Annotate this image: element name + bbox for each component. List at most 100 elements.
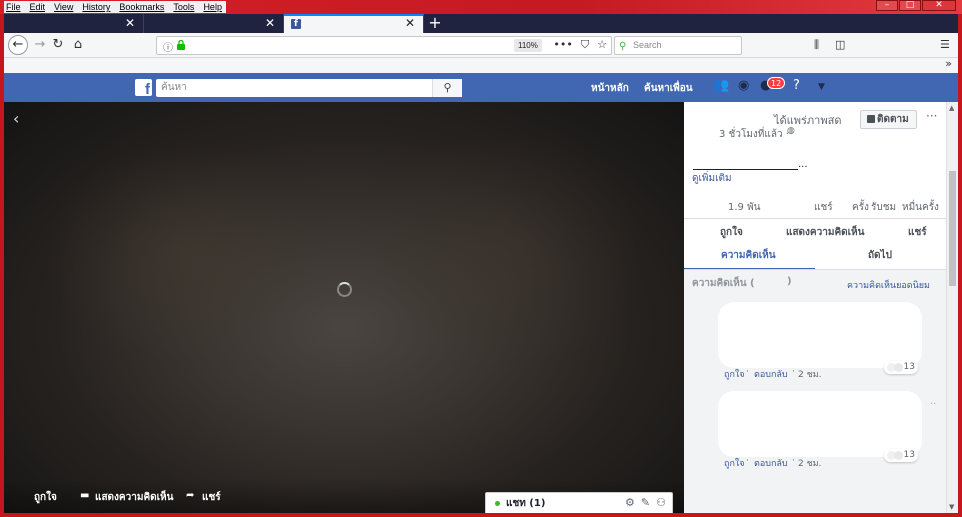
- zoom-level[interactable]: 110%: [514, 39, 542, 52]
- globe-icon: ◍: [787, 126, 795, 136]
- comment-button[interactable]: แสดงความคิดเห็น: [786, 225, 864, 240]
- post-side-panel: ได้แพร่ภาพสด ติดตาม ··· 3 ชั่วโมงที่แล้ว…: [684, 102, 946, 513]
- comments-header-close: ): [787, 276, 792, 287]
- url-bar[interactable]: ⓘ 110% ••• ⛉ ☆: [156, 36, 612, 55]
- chat-tab[interactable]: แชท (1) ⚙ ✎ ⚇: [485, 492, 673, 513]
- search-engine-icon: ⚲: [619, 41, 627, 52]
- menu-bar: File Edit View History Bookmarks Tools H…: [4, 1, 226, 13]
- menu-bookmarks[interactable]: Bookmarks: [119, 2, 164, 12]
- chat-label[interactable]: แชท (1): [506, 496, 545, 511]
- comment-icon[interactable]: ▬: [80, 490, 89, 501]
- video-comment-button[interactable]: แสดงความคิดเห็น: [95, 490, 173, 505]
- views-label[interactable]: รับชม: [871, 200, 896, 215]
- pocket-icon[interactable]: ⛉: [581, 38, 589, 52]
- comment-options-icon[interactable]: ··: [930, 399, 936, 410]
- menu-tools[interactable]: Tools: [173, 2, 194, 12]
- tab-close-icon[interactable]: ✕: [405, 16, 415, 30]
- video-player[interactable]: ‹ ถูกใจ ▬ แสดงความคิดเห็น ➦ แชร์ แชท (1)…: [4, 102, 684, 513]
- new-tab-button[interactable]: +: [424, 14, 446, 33]
- navigation-toolbar: ← → ↻ ⌂ ⓘ 110% ••• ⛉ ☆ ⚲ Search ⫼ ◫ ☰: [4, 33, 958, 58]
- video-share-button[interactable]: แชร์: [202, 490, 221, 505]
- group-chat-icon[interactable]: ⚇: [656, 496, 666, 509]
- comment-reactions[interactable]: 13: [884, 361, 918, 374]
- divider: [684, 218, 946, 219]
- search-icon[interactable]: ⚲: [432, 79, 462, 97]
- scroll-down-arrow-icon[interactable]: ▼: [949, 503, 954, 511]
- share-icon[interactable]: ➦: [186, 490, 194, 501]
- menu-edit[interactable]: Edit: [30, 2, 46, 12]
- browser-tab[interactable]: ✕: [4, 14, 144, 33]
- account-menu-chevron-down-icon[interactable]: ▼: [818, 82, 825, 92]
- maximize-button[interactable]: □: [899, 0, 921, 11]
- video-frame: [364, 132, 644, 372]
- comments-header: ความคิดเห็น (: [692, 278, 755, 289]
- gear-icon[interactable]: ⚙: [625, 496, 635, 509]
- reload-button[interactable]: ↻: [48, 36, 68, 55]
- post-text-underline: [693, 169, 798, 170]
- tab-next[interactable]: ถัดไป: [868, 248, 892, 263]
- share-button[interactable]: แชร์: [908, 225, 927, 240]
- help-icon[interactable]: ?: [793, 78, 800, 93]
- info-icon[interactable]: ⓘ: [163, 39, 173, 54]
- shares-count[interactable]: แชร์: [814, 200, 833, 215]
- loading-spinner: [337, 282, 352, 297]
- forward-button[interactable]: →: [30, 36, 50, 55]
- top-comments-filter[interactable]: ความคิดเห็นยอดนิยม: [847, 278, 930, 292]
- comment-like-link[interactable]: ถูกใจ: [724, 367, 745, 381]
- comment-reply-link[interactable]: ตอบกลับ: [754, 456, 788, 470]
- likes-count[interactable]: 1.9 พัน: [728, 200, 761, 215]
- tab-close-icon[interactable]: ✕: [265, 16, 275, 30]
- comment-time[interactable]: 2 ชม.: [798, 456, 822, 470]
- shares-unit: ครั้ง: [852, 202, 869, 213]
- see-more-link[interactable]: ดูเพิ่มเติม: [692, 171, 732, 186]
- separator: ·: [746, 367, 749, 377]
- previous-chevron-icon[interactable]: ‹: [13, 109, 19, 128]
- sidebar-icon[interactable]: ◫: [835, 38, 845, 51]
- tab-comments[interactable]: ความคิดเห็น: [721, 248, 776, 263]
- scrollbar-thumb[interactable]: [949, 171, 956, 286]
- separator: ·: [792, 456, 795, 466]
- hamburger-menu-icon[interactable]: ☰: [940, 38, 950, 51]
- search-bar[interactable]: ⚲ Search: [614, 36, 742, 55]
- like-button[interactable]: ถูกใจ: [720, 225, 743, 240]
- follow-icon: [867, 115, 875, 123]
- video-like-button[interactable]: ถูกใจ: [34, 490, 57, 505]
- tab-close-icon[interactable]: ✕: [125, 16, 135, 30]
- menu-file[interactable]: File: [6, 2, 21, 12]
- facebook-logo[interactable]: f: [135, 79, 152, 96]
- views-count: หมื่น: [902, 202, 923, 213]
- home-link[interactable]: หน้าหลัก: [591, 81, 629, 96]
- page-actions-icon[interactable]: •••: [553, 38, 572, 52]
- menu-history[interactable]: History: [82, 2, 110, 12]
- bookmark-star-icon[interactable]: ☆: [597, 38, 607, 52]
- lock-icon: [177, 40, 185, 50]
- overflow-chevron-icon[interactable]: »: [945, 57, 952, 70]
- minimize-button[interactable]: –: [876, 0, 898, 11]
- browser-tab-active[interactable]: f ✕: [284, 14, 424, 33]
- menu-view[interactable]: View: [54, 2, 73, 12]
- reaction-count: 13: [903, 450, 915, 460]
- friend-requests-icon[interactable]: 👥: [713, 78, 729, 93]
- facebook-search-input[interactable]: ค้นหา: [156, 79, 462, 97]
- notification-badge: 12: [767, 77, 786, 89]
- follow-button[interactable]: ติดตาม: [860, 110, 917, 129]
- comment-bubble: [718, 302, 922, 368]
- comment-reply-link[interactable]: ตอบกลับ: [754, 367, 788, 381]
- browser-tab[interactable]: ✕: [144, 14, 284, 33]
- more-options-icon[interactable]: ···: [926, 109, 937, 123]
- comment-time[interactable]: 2 ชม.: [798, 367, 822, 381]
- compose-icon[interactable]: ✎: [641, 496, 650, 509]
- panel-scrollbar[interactable]: ▲ ▼: [946, 102, 958, 513]
- messenger-icon[interactable]: ◉: [738, 78, 749, 93]
- menu-help[interactable]: Help: [203, 2, 222, 12]
- scroll-up-arrow-icon[interactable]: ▲: [949, 104, 954, 112]
- find-friends-link[interactable]: ค้นหาเพื่อน: [644, 81, 693, 96]
- comment-reactions[interactable]: 13: [884, 449, 918, 462]
- close-window-button[interactable]: ✕: [922, 0, 956, 11]
- home-button[interactable]: ⌂: [68, 36, 88, 55]
- post-time[interactable]: 3 ชั่วโมงที่แล้ว ·: [719, 127, 789, 142]
- back-button[interactable]: ←: [8, 35, 28, 55]
- library-icon[interactable]: ⫼: [814, 38, 819, 52]
- comment-like-link[interactable]: ถูกใจ: [724, 456, 745, 470]
- reaction-count: 13: [903, 362, 915, 372]
